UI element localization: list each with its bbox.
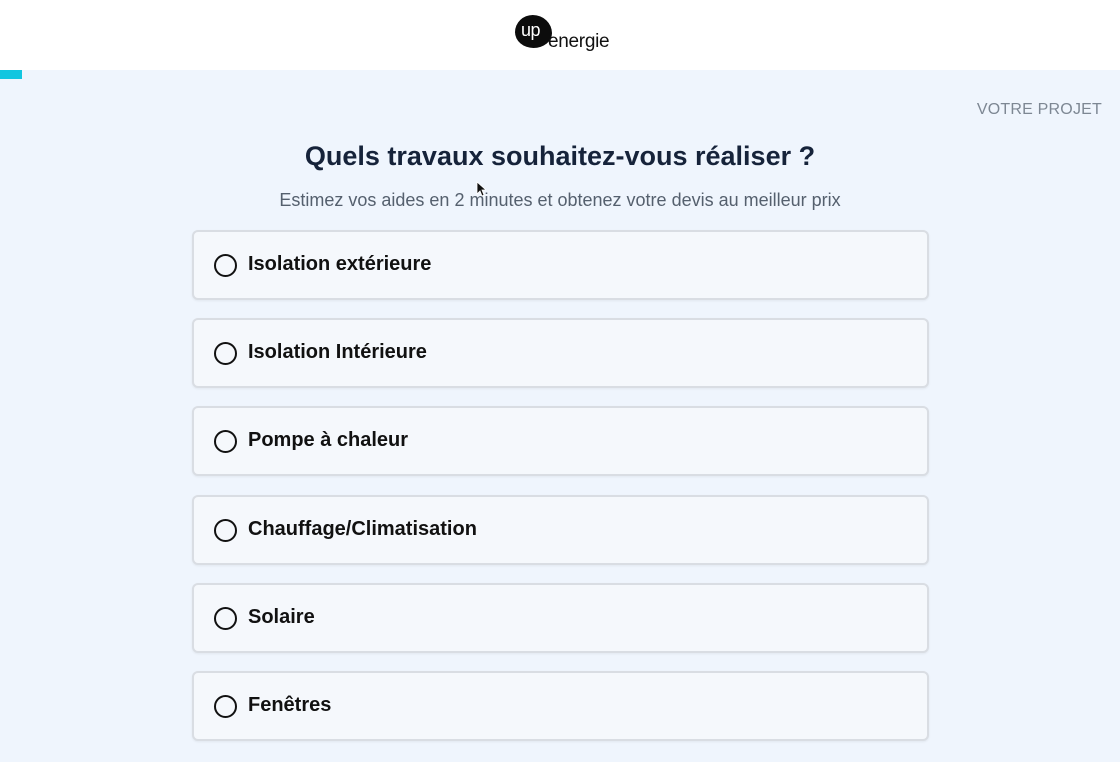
option-label: Isolation Intérieure [248,341,427,364]
option-isolation-exterieure[interactable]: Isolation extérieure [192,230,929,300]
logo-energie-text: energie [548,31,610,52]
radio-unchecked-icon[interactable] [214,254,237,277]
logo-up-text: up [521,20,541,40]
option-label: Chauffage/Climatisation [248,517,477,540]
radio-unchecked-icon[interactable] [214,694,237,718]
upenergie-logo[interactable]: up energie [515,14,615,56]
mouse-pointer-icon [476,181,486,197]
site-header: up energie [0,0,1120,70]
option-isolation-interieure[interactable]: Isolation Intérieure [192,318,929,389]
option-label: Fenêtres [248,693,332,716]
step-label: VOTRE PROJET [976,101,1102,118]
option-solaire[interactable]: Solaire [192,582,929,653]
option-fenetres[interactable]: Fenêtres [192,670,929,741]
option-chauffage-climatisation[interactable]: Chauffage/Climatisation [192,494,929,565]
question-subtitle: Estimez vos aides en 2 minutes et obtene… [279,190,841,210]
radio-unchecked-icon[interactable] [214,606,237,630]
option-label: Isolation extérieure [248,253,432,275]
question-title: Quels travaux souhaitez-vous réaliser ? [304,141,816,171]
option-pompe-a-chaleur[interactable]: Pompe à chaleur [192,406,929,477]
radio-unchecked-icon[interactable] [214,430,237,454]
option-label: Solaire [248,605,315,628]
options-list: Isolation extérieure Isolation Intérieur… [192,230,929,759]
option-label: Pompe à chaleur [248,429,409,452]
progress-bar-fill [0,70,23,79]
radio-unchecked-icon[interactable] [214,342,237,366]
radio-unchecked-icon[interactable] [214,518,237,542]
progress-bar [0,70,1120,79]
